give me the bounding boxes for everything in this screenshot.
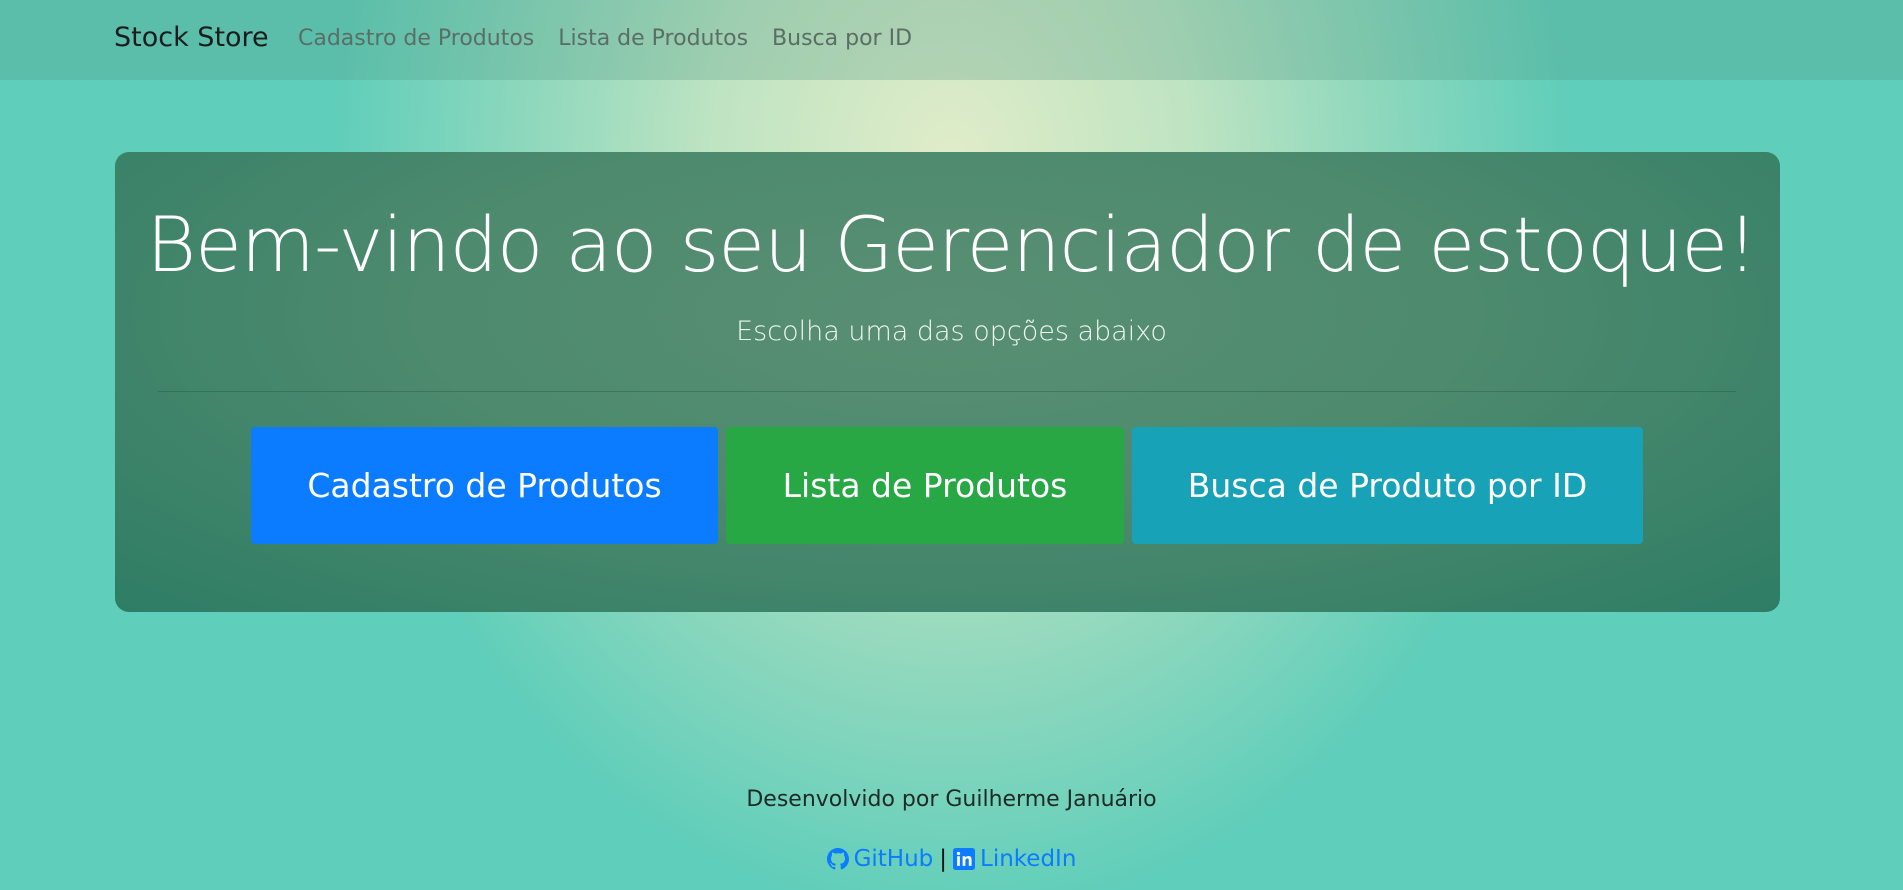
- github-icon: [826, 848, 849, 870]
- footer-links: GitHub | LinkedIn: [0, 846, 1903, 872]
- brand-link[interactable]: Stock Store: [114, 22, 269, 53]
- linkedin-icon: [953, 848, 976, 870]
- footer-separator: |: [939, 846, 948, 872]
- nav-link-cadastro[interactable]: Cadastro de Produtos: [298, 26, 534, 51]
- linkedin-link[interactable]: LinkedIn: [953, 846, 1076, 872]
- lista-produtos-button[interactable]: Lista de Produtos: [726, 427, 1124, 544]
- page-title: Bem-vindo ao seu Gerenciador de estoque!: [146, 200, 1757, 289]
- page-subtitle: Escolha uma das opções abaixo: [736, 316, 1167, 347]
- github-link[interactable]: GitHub: [826, 846, 934, 872]
- divider: [158, 391, 1736, 392]
- github-label: GitHub: [853, 846, 934, 872]
- nav-links: Cadastro de Produtos Lista de Produtos B…: [298, 26, 912, 51]
- top-navbar: Stock Store Cadastro de Produtos Lista d…: [0, 0, 1903, 80]
- cadastro-produtos-button[interactable]: Cadastro de Produtos: [251, 427, 718, 544]
- linkedin-label: LinkedIn: [980, 846, 1077, 872]
- busca-produto-id-button[interactable]: Busca de Produto por ID: [1132, 427, 1643, 544]
- footer-credit: Desenvolvido por Guilherme Januário: [746, 787, 1157, 812]
- nav-link-busca[interactable]: Busca por ID: [772, 26, 912, 51]
- nav-link-lista[interactable]: Lista de Produtos: [558, 26, 748, 51]
